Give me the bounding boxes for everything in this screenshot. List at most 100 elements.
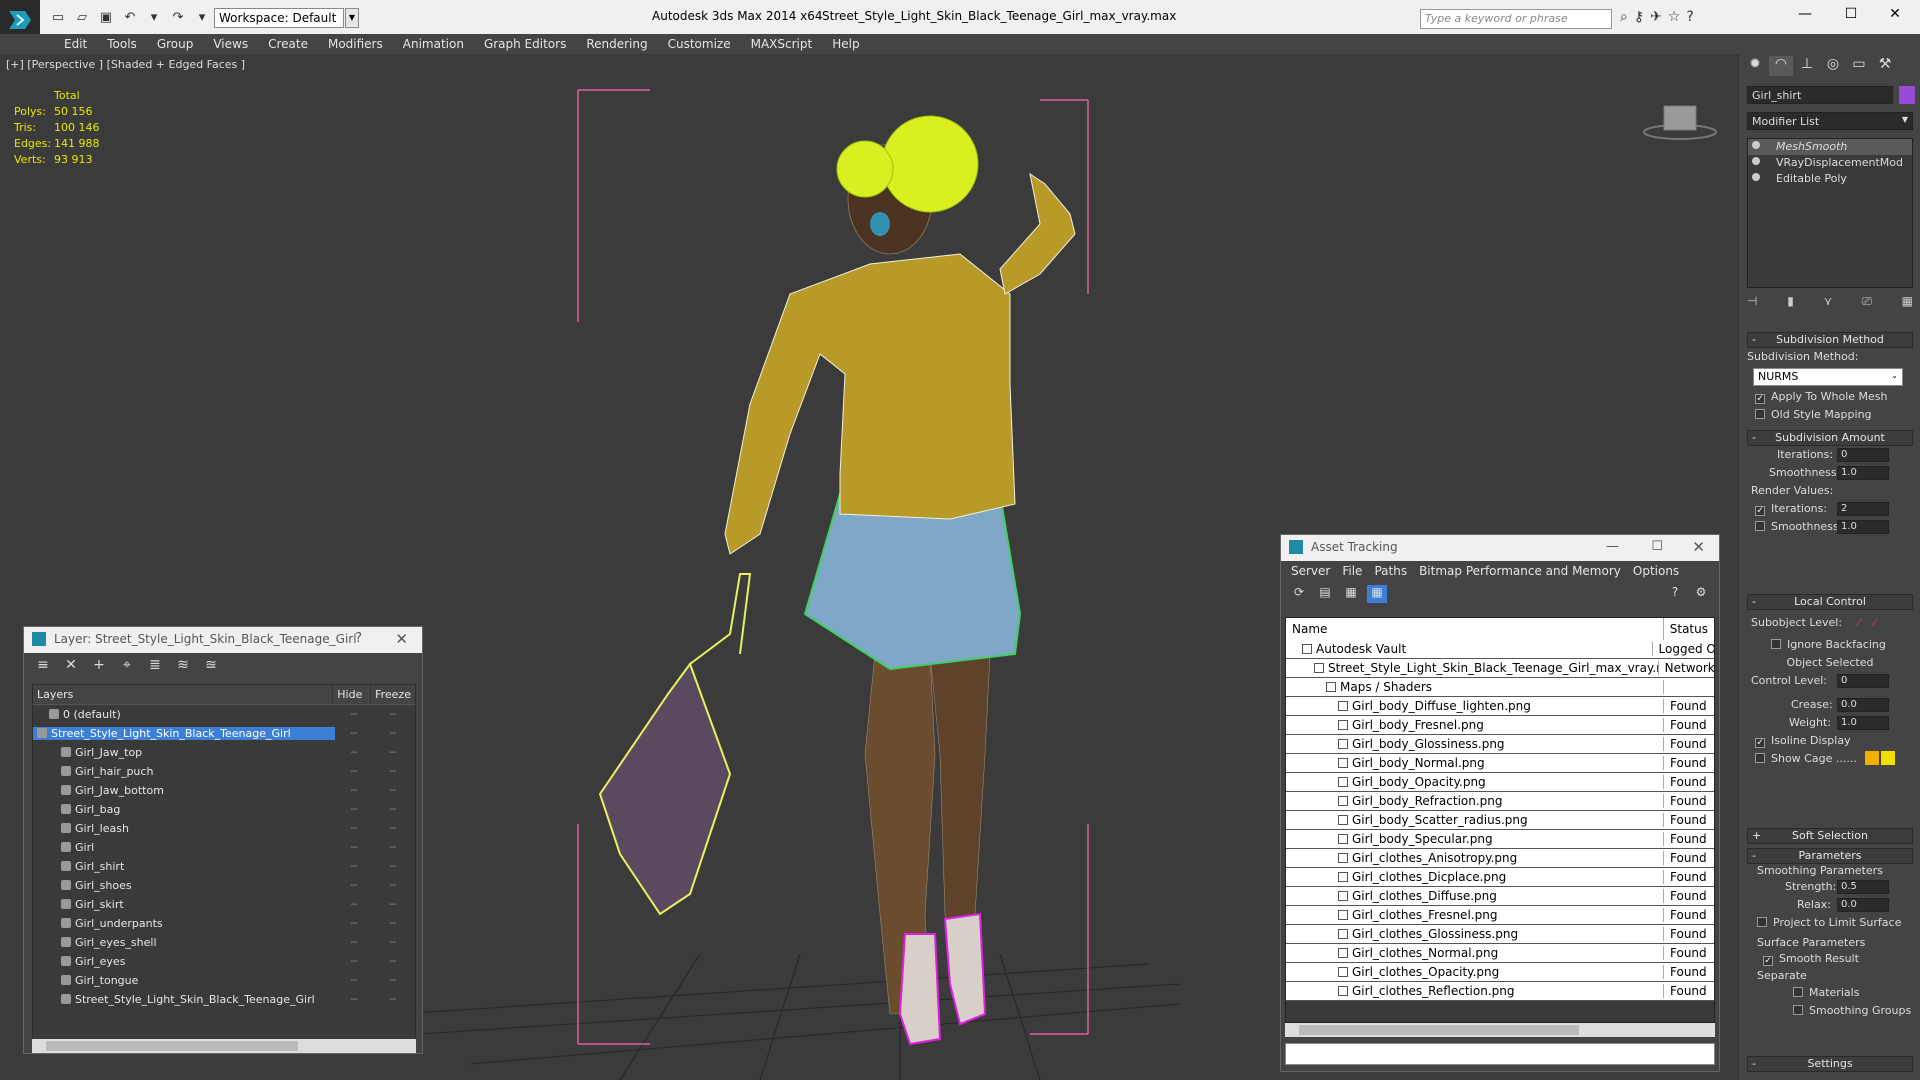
undo-icon[interactable]: ↶ [120, 8, 140, 26]
layer-row[interactable]: Girl_eyes_shell ┄ ┄ [33, 933, 415, 952]
chevron-down-icon[interactable]: ▼ [345, 8, 359, 28]
smooth-result-checkbox[interactable]: ✓ Smooth Result [1747, 950, 1913, 968]
create-tab-icon[interactable]: ✹ [1743, 56, 1767, 76]
hide-toggle[interactable]: ┄ [335, 803, 373, 816]
asset-row[interactable]: Street_Style_Light_Skin_Black_Teenage_Gi… [1286, 659, 1714, 678]
undo-dropdown-icon[interactable]: ▾ [144, 8, 164, 26]
rollout-header[interactable]: - Parameters [1747, 848, 1913, 864]
show-end-result-icon[interactable]: ▮ [1787, 294, 1794, 314]
lightbulb-icon[interactable] [1752, 141, 1760, 149]
freeze-toggle[interactable]: ┄ [373, 784, 413, 797]
scroll-thumb[interactable] [46, 1041, 298, 1051]
view-cube[interactable] [1640, 94, 1720, 144]
workspace-dropdown[interactable]: Workspace: Default [214, 8, 344, 28]
freeze-toggle[interactable]: ┄ [373, 936, 413, 949]
ignore-backfacing-checkbox[interactable]: Ignore Backfacing [1747, 636, 1913, 654]
render-smoothness-spinner[interactable]: 1.0 [1837, 520, 1889, 534]
pin-stack-icon[interactable]: ⊣ [1747, 294, 1757, 314]
asset-row[interactable]: Girl_body_Glossiness.png Found [1286, 735, 1714, 754]
layer-row[interactable]: Girl_bag ┄ ┄ [33, 800, 415, 819]
close-icon[interactable]: ✕ [395, 630, 408, 648]
new-file-icon[interactable]: ▭ [48, 8, 68, 26]
hide-toggle[interactable]: ┄ [335, 917, 373, 930]
minimize-icon[interactable]: — [1606, 539, 1619, 554]
menu-animation[interactable]: Animation [393, 34, 474, 54]
edge-level-icon[interactable]: ⁄ [1874, 616, 1876, 629]
render-iterations-checkbox[interactable]: ✓ [1755, 506, 1765, 516]
layer-row[interactable]: Girl_underpants ┄ ┄ [33, 914, 415, 933]
freeze-toggle[interactable]: ┄ [373, 727, 413, 740]
menu-group[interactable]: Group [147, 34, 204, 54]
isoline-display-checkbox[interactable]: ✓ Isoline Display [1747, 732, 1913, 750]
asset-row[interactable]: Girl_clothes_Dicplace.png Found [1286, 868, 1714, 887]
lightbulb-icon[interactable] [1752, 157, 1760, 165]
scroll-thumb[interactable] [1299, 1025, 1579, 1035]
hide-toggle[interactable]: ┄ [335, 955, 373, 968]
freeze-toggle[interactable]: ┄ [373, 879, 413, 892]
menu-help[interactable]: Help [822, 34, 869, 54]
modifier-stack-item[interactable]: MeshSmooth [1748, 139, 1912, 155]
show-cage-checkbox[interactable] [1755, 753, 1765, 763]
utilities-tab-icon[interactable]: ⚒ [1873, 56, 1897, 76]
freeze-toggle[interactable]: ┄ [373, 803, 413, 816]
layer-row[interactable]: Street_Style_Light_Skin_Black_Teenage_Gi… [33, 724, 415, 743]
asset-row[interactable]: Girl_body_Diffuse_lighten.png Found [1286, 697, 1714, 716]
configure-sets-icon[interactable]: ▦ [1902, 294, 1913, 314]
layer-dialog-titlebar[interactable]: Layer: Street_Style_Light_Skin_Black_Tee… [24, 627, 422, 653]
modifier-stack-item[interactable]: VRayDisplacementMod [1748, 155, 1912, 171]
freeze-toggle[interactable]: ┄ [373, 898, 413, 911]
freeze-toggle[interactable]: ┄ [373, 955, 413, 968]
crease-spinner[interactable]: 0.0 [1837, 698, 1889, 712]
hide-toggle[interactable]: ┄ [335, 993, 373, 1006]
freeze-toggle[interactable]: ┄ [373, 841, 413, 854]
redo-icon[interactable]: ↷ [168, 8, 188, 26]
hide-toggle[interactable]: ┄ [335, 974, 373, 987]
hide-toggle[interactable]: ┄ [335, 936, 373, 949]
subdivision-method-dropdown[interactable]: NURMS ⌄ [1753, 368, 1903, 386]
minimize-button[interactable]: — [1790, 6, 1820, 22]
delete-layer-icon[interactable]: ✕ [60, 657, 82, 677]
rollout-header[interactable]: - Settings [1747, 1056, 1913, 1072]
asset-row[interactable]: Girl_clothes_Normal.png Found [1286, 944, 1714, 963]
rollout-header[interactable]: - Local Control [1747, 594, 1913, 610]
communication-icon[interactable]: ✈ [1650, 9, 1662, 25]
thumbnail-view-icon[interactable]: ▦ [1341, 585, 1361, 603]
modifier-list-dropdown[interactable]: Modifier List ▼ [1747, 112, 1913, 130]
weight-spinner[interactable]: 1.0 [1837, 716, 1889, 730]
layer-horizontal-scrollbar[interactable] [32, 1039, 416, 1053]
add-to-layer-icon[interactable]: + [88, 657, 110, 677]
layer-row[interactable]: Girl_skirt ┄ ┄ [33, 895, 415, 914]
old-style-mapping-checkbox[interactable]: Old Style Mapping [1755, 406, 1913, 424]
apply-whole-mesh-checkbox[interactable]: ✓ Apply To Whole Mesh [1755, 388, 1913, 406]
layer-row[interactable]: Street_Style_Light_Skin_Black_Teenage_Gi… [33, 990, 415, 1009]
freeze-toggle[interactable]: ┄ [373, 974, 413, 987]
layer-row[interactable]: Girl_shoes ┄ ┄ [33, 876, 415, 895]
col-freeze[interactable]: Freeze [371, 685, 415, 704]
hide-toggle[interactable]: ┄ [335, 841, 373, 854]
redo-dropdown-icon[interactable]: ▾ [192, 8, 212, 26]
hide-toggle[interactable]: ┄ [335, 898, 373, 911]
maximize-button[interactable]: ☐ [1836, 6, 1866, 22]
asset-row[interactable]: Girl_clothes_Anisotropy.png Found [1286, 849, 1714, 868]
maximize-icon[interactable]: ☐ [1651, 539, 1663, 554]
render-smoothness-checkbox[interactable] [1755, 521, 1765, 531]
highlight-layer-icon[interactable]: ≣ [144, 657, 166, 677]
rollout-header[interactable]: - Subdivision Amount [1747, 430, 1913, 446]
strength-spinner[interactable]: 0.5 [1837, 880, 1889, 894]
hierarchy-tab-icon[interactable]: ⊥ [1795, 56, 1819, 76]
new-layer-icon[interactable]: ≡ [32, 657, 54, 677]
project-limit-checkbox[interactable]: Project to Limit Surface [1747, 914, 1913, 932]
menu-views[interactable]: Views [203, 34, 258, 54]
layer-row[interactable]: Girl_tongue ┄ ┄ [33, 971, 415, 990]
remove-modifier-icon[interactable]: ⎚ [1862, 294, 1872, 314]
asset-horizontal-scrollbar[interactable] [1285, 1023, 1715, 1037]
object-color-swatch[interactable] [1899, 86, 1915, 104]
freeze-toggle[interactable]: ┄ [373, 765, 413, 778]
freeze-toggle[interactable]: ┄ [373, 746, 413, 759]
asset-help-icon[interactable]: ? [1665, 585, 1685, 603]
open-file-icon[interactable]: ▱ [72, 8, 92, 26]
object-name-field[interactable]: Girl_shirt [1747, 86, 1893, 104]
display-tab-icon[interactable]: ▭ [1847, 56, 1871, 76]
asset-menu-paths[interactable]: Paths [1368, 561, 1413, 581]
menu-modifiers[interactable]: Modifiers [318, 34, 393, 54]
